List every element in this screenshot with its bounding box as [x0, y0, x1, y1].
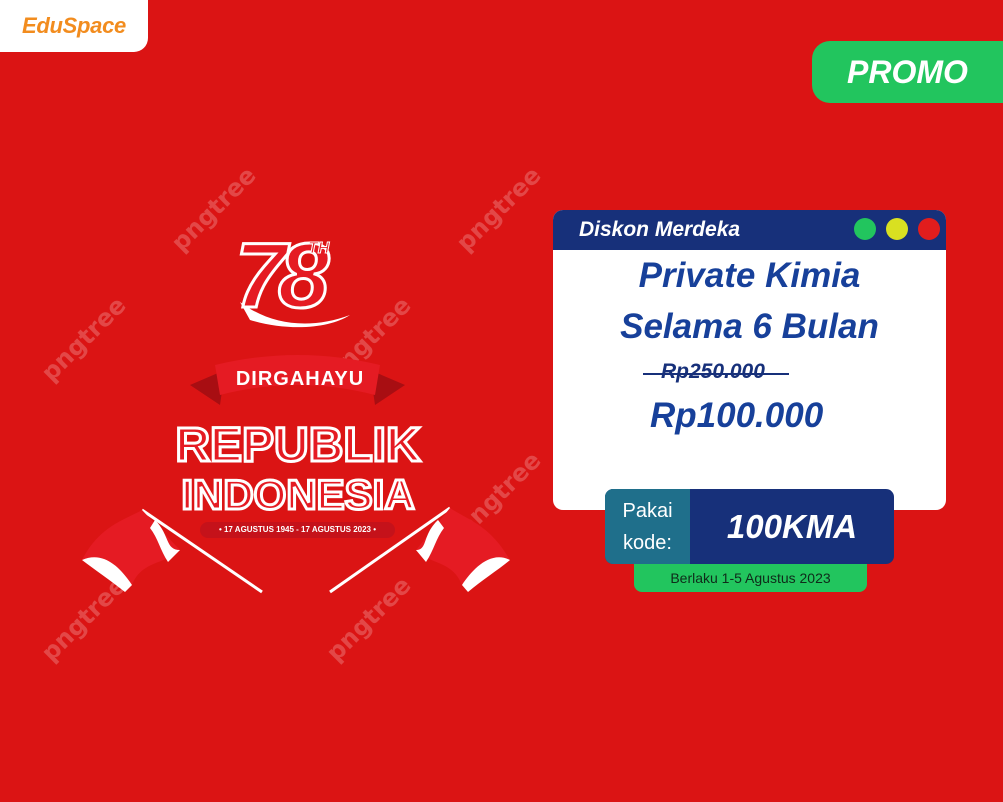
product-name-line-1: Private Kimia: [638, 256, 861, 295]
flag-right-icon: [329, 506, 510, 594]
promo-label: PROMO: [847, 53, 968, 90]
new-price: Rp100.000: [650, 396, 824, 435]
emblem-line-2: INDONESIA: [180, 470, 416, 519]
code-label-line-1: Pakai: [622, 499, 673, 522]
old-price-text: Rp250.000: [661, 360, 765, 383]
yellow-dot-icon: [886, 218, 908, 240]
code-label: Pakai kode:: [605, 489, 690, 564]
code-label-line-2: kode:: [623, 531, 672, 554]
ribbon-text: DIRGAHAYU: [235, 368, 365, 390]
promo-code[interactable]: 100KMA: [690, 489, 894, 564]
promo-card: Diskon Merdeka Private Kimia Selama 6 Bu…: [553, 210, 946, 510]
card-title: Diskon Merdeka: [579, 218, 741, 241]
brand-name: EduSpace: [22, 13, 126, 38]
red-dot-icon: [918, 218, 940, 240]
product-name-line-2: Selama 6 Bulan: [620, 307, 879, 346]
brand-logo: EduSpace: [0, 0, 148, 52]
old-price: Rp250.000: [643, 360, 789, 384]
strikethrough-line: [643, 373, 789, 375]
emblem-line-1: REPUBLIK: [174, 418, 422, 473]
validity-period: Berlaku 1-5 Agustus 2023: [634, 564, 867, 592]
promo-code-box: Pakai kode: 100KMA: [605, 489, 894, 564]
anniversary-suffix: TH: [307, 240, 330, 258]
green-dot-icon: [854, 218, 876, 240]
emblem-dates: • 17 AGUSTUS 1945 - 17 AGUSTUS 2023 •: [200, 522, 395, 538]
promo-badge: PROMO: [812, 41, 1003, 103]
window-dots: [854, 218, 940, 240]
independence-emblem: 78 TH DIRGAHAYU REPUBLIK INDONESIA • 17 …: [70, 220, 530, 610]
card-header: Diskon Merdeka: [553, 210, 946, 250]
